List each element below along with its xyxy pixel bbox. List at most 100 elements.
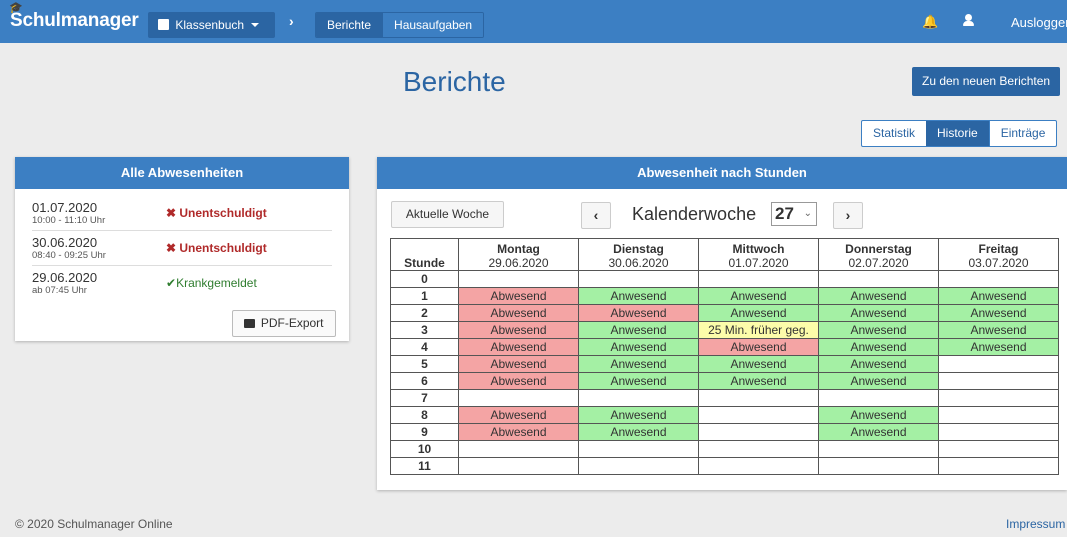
view-tabs: Statistik Historie Einträge xyxy=(861,120,1058,147)
attendance-cell[interactable]: Anwesend xyxy=(698,355,819,373)
absences-panel-title: Alle Abwesenheiten xyxy=(15,157,349,189)
attendance-cell[interactable] xyxy=(698,389,819,407)
attendance-cell[interactable] xyxy=(698,270,819,288)
absence-time: 10:00 - 11:10 Uhr xyxy=(32,215,106,226)
brand-logo[interactable]: 🎓 Schulmanager xyxy=(9,2,139,32)
attendance-cell[interactable] xyxy=(938,440,1059,458)
attendance-cell[interactable] xyxy=(938,406,1059,424)
current-week-button[interactable]: Aktuelle Woche xyxy=(391,201,504,228)
attendance-cell[interactable]: Abwesend xyxy=(458,355,579,373)
attendance-cell[interactable]: Abwesend xyxy=(458,321,579,339)
week-select[interactable]: 27 ⌄ xyxy=(771,202,817,226)
day-header: Freitag 03.07.2020 xyxy=(938,238,1059,271)
hours-table: Stunde Montag 29.06.2020 Dienstag 30.06.20… xyxy=(390,238,1059,475)
attendance-cell[interactable] xyxy=(938,389,1059,407)
chevron-right-icon: › xyxy=(289,13,294,29)
absence-item[interactable]: 30.06.2020 08:40 - 09:25 Uhr ✖ Unentschu… xyxy=(32,231,332,266)
attendance-cell[interactable]: Anwesend xyxy=(578,372,699,390)
absence-item[interactable]: 29.06.2020 ab 07:45 Uhr ✔Krankgemeldet xyxy=(32,266,332,300)
attendance-cell[interactable] xyxy=(458,270,579,288)
attendance-cell[interactable]: Anwesend xyxy=(938,338,1059,356)
attendance-cell[interactable] xyxy=(578,457,699,475)
attendance-cell[interactable] xyxy=(578,270,699,288)
attendance-cell[interactable]: 25 Min. früher geg. xyxy=(698,321,819,339)
attendance-cell[interactable] xyxy=(938,270,1059,288)
attendance-cell[interactable]: Anwesend xyxy=(818,287,939,305)
attendance-cell[interactable]: Abwesend xyxy=(458,304,579,322)
hours-panel: Abwesenheit nach Stunden Aktuelle Woche … xyxy=(377,157,1067,490)
tab-historie[interactable]: Historie xyxy=(926,121,989,146)
stunde-cell: 8 xyxy=(390,406,459,424)
chevron-right-icon[interactable]: › xyxy=(833,202,863,229)
attendance-cell[interactable] xyxy=(578,440,699,458)
absence-date: 30.06.2020 xyxy=(32,235,98,250)
attendance-cell[interactable]: Anwesend xyxy=(938,321,1059,339)
chevron-left-icon[interactable]: ‹ xyxy=(581,202,611,229)
stunde-cell: 11 xyxy=(390,457,459,475)
attendance-cell[interactable] xyxy=(458,457,579,475)
attendance-cell[interactable]: Anwesend xyxy=(818,304,939,322)
attendance-cell[interactable]: Abwesend xyxy=(458,372,579,390)
impressum-link[interactable]: Impressum xyxy=(1006,517,1065,531)
printer-icon xyxy=(244,319,256,328)
attendance-cell[interactable] xyxy=(818,389,939,407)
graduation-cap-icon: 🎓 xyxy=(9,2,23,14)
attendance-cell[interactable]: Abwesend xyxy=(698,338,819,356)
attendance-cell[interactable] xyxy=(458,440,579,458)
stunde-cell: 4 xyxy=(390,338,459,356)
attendance-cell[interactable]: Anwesend xyxy=(578,423,699,441)
attendance-cell[interactable]: Anwesend xyxy=(578,338,699,356)
attendance-cell[interactable]: Anwesend xyxy=(818,355,939,373)
attendance-cell[interactable]: Anwesend xyxy=(818,372,939,390)
attendance-cell[interactable] xyxy=(698,457,819,475)
attendance-cell[interactable]: Abwesend xyxy=(458,406,579,424)
absence-item[interactable]: 01.07.2020 10:00 - 11:10 Uhr ✖ Unentschu… xyxy=(32,196,332,231)
attendance-cell[interactable]: Anwesend xyxy=(698,304,819,322)
attendance-cell[interactable] xyxy=(938,372,1059,390)
attendance-cell[interactable]: Abwesend xyxy=(578,304,699,322)
pdf-export-button[interactable]: PDF-Export xyxy=(232,310,336,337)
tab-eintraege[interactable]: Einträge xyxy=(988,121,1057,146)
attendance-cell[interactable]: Anwesend xyxy=(938,304,1059,322)
table-row: 9 Abwesend Anwesend Anwesend xyxy=(390,423,1059,441)
attendance-cell[interactable]: Anwesend xyxy=(818,338,939,356)
attendance-cell[interactable]: Anwesend xyxy=(818,321,939,339)
attendance-cell[interactable]: Anwesend xyxy=(578,406,699,424)
tab-berichte[interactable]: Berichte xyxy=(316,13,383,37)
logout-link[interactable]: Ausloggen xyxy=(1011,15,1067,30)
attendance-cell[interactable] xyxy=(698,423,819,441)
attendance-cell[interactable]: Abwesend xyxy=(458,287,579,305)
attendance-cell[interactable] xyxy=(458,389,579,407)
attendance-cell[interactable]: Anwesend xyxy=(818,406,939,424)
week-label: Kalenderwoche xyxy=(632,204,757,224)
attendance-cell[interactable]: Anwesend xyxy=(578,321,699,339)
attendance-cell[interactable] xyxy=(818,270,939,288)
attendance-cell[interactable]: Anwesend xyxy=(578,355,699,373)
attendance-cell[interactable] xyxy=(698,440,819,458)
absences-panel: Alle Abwesenheiten 01.07.2020 10:00 - 11… xyxy=(15,157,349,341)
attendance-cell[interactable]: Abwesend xyxy=(458,423,579,441)
new-reports-button[interactable]: Zu den neuen Berichten xyxy=(912,67,1061,96)
attendance-cell[interactable] xyxy=(578,389,699,407)
attendance-cell[interactable]: Abwesend xyxy=(458,338,579,356)
attendance-cell[interactable]: Anwesend xyxy=(938,287,1059,305)
klassenbuch-dropdown[interactable]: Klassenbuch xyxy=(148,12,275,38)
attendance-cell[interactable]: Anwesend xyxy=(698,287,819,305)
table-row: 4 Abwesend Anwesend Abwesend Anwesend Anwesen… xyxy=(390,338,1059,356)
attendance-cell[interactable] xyxy=(818,457,939,475)
attendance-cell[interactable] xyxy=(938,457,1059,475)
attendance-cell[interactable] xyxy=(938,355,1059,373)
attendance-cell[interactable]: Anwesend xyxy=(698,372,819,390)
table-row: 0 xyxy=(390,270,1059,288)
table-row: 2 Abwesend Abwesend Anwesend Anwesend Anwesen… xyxy=(390,304,1059,322)
bell-icon[interactable]: 🔔 xyxy=(922,14,938,30)
attendance-cell[interactable] xyxy=(698,406,819,424)
attendance-cell[interactable]: Anwesend xyxy=(578,287,699,305)
tab-statistik[interactable]: Statistik xyxy=(862,121,926,146)
stunde-cell: 10 xyxy=(390,440,459,458)
tab-hausaufgaben[interactable]: Hausaufgaben xyxy=(382,13,484,37)
attendance-cell[interactable] xyxy=(938,423,1059,441)
absence-time: ab 07:45 Uhr xyxy=(32,285,87,296)
attendance-cell[interactable]: Anwesend xyxy=(818,423,939,441)
attendance-cell[interactable] xyxy=(818,440,939,458)
